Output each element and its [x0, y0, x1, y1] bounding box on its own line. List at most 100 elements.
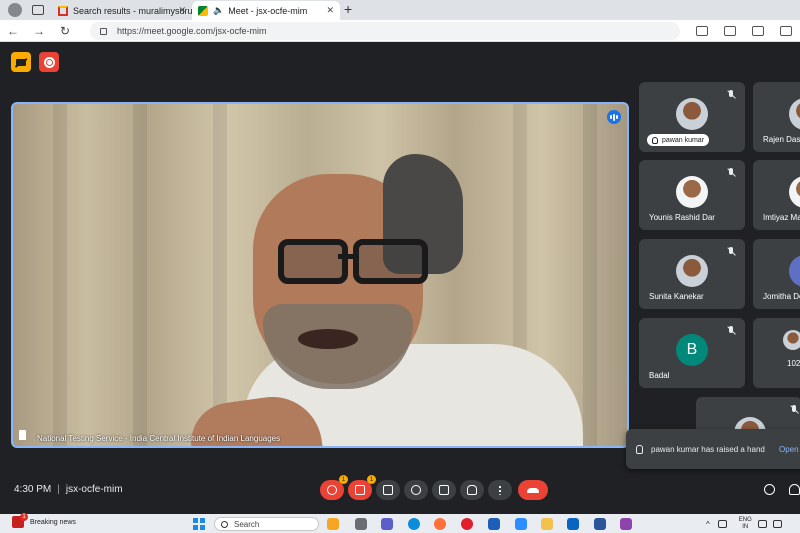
wifi-icon[interactable] — [757, 520, 767, 528]
app-icon[interactable] — [327, 518, 339, 530]
close-tab-icon[interactable]: ✕ — [178, 5, 186, 16]
volume-icon[interactable] — [772, 520, 782, 528]
close-tab-icon[interactable]: ✕ — [326, 5, 334, 16]
word-icon[interactable] — [594, 518, 606, 530]
participant-name: Imtiyaz Ma — [763, 213, 800, 222]
reactions-button[interactable] — [404, 480, 428, 500]
taskbar-search[interactable]: Search — [214, 517, 319, 531]
avatar: B — [676, 334, 708, 366]
avatar — [783, 330, 800, 350]
present-button[interactable] — [432, 480, 456, 500]
meeting-time: 4:30 PM — [14, 484, 52, 495]
mic-off-icon — [790, 405, 798, 415]
meet-window: National Testing Service - India Central… — [0, 42, 800, 514]
participant-tile[interactable]: Sunita Kanekar — [639, 239, 745, 309]
news-widget[interactable]: 1 Breaking news — [12, 513, 76, 528]
screen: Search results - muralimysuru@g ✕ 🔈 Meet… — [0, 0, 800, 533]
main-speaker-name: National Testing Service - India Central… — [37, 434, 281, 443]
opera-icon[interactable] — [461, 518, 473, 530]
folder-icon[interactable] — [541, 518, 553, 530]
more-vert-icon — [499, 485, 501, 495]
collections-icon[interactable] — [780, 26, 792, 36]
emoji-icon — [411, 485, 421, 495]
store-icon[interactable] — [488, 518, 500, 530]
participant-tile[interactable]: 102 — [753, 318, 800, 388]
new-tab-icon[interactable]: + — [344, 1, 352, 17]
windows-start-icon[interactable] — [193, 518, 205, 530]
raise-hand-button[interactable] — [460, 480, 484, 500]
participant-tile[interactable]: pawan kumar — [639, 82, 745, 152]
split-screen-icon[interactable] — [724, 26, 736, 36]
teams-icon[interactable] — [381, 518, 393, 530]
participant-name: Badal — [649, 371, 670, 380]
mic-off-icon — [727, 326, 735, 336]
avatar — [789, 255, 800, 287]
search-icon — [221, 520, 228, 528]
mic-off-icon — [727, 90, 735, 100]
extensions-icon[interactable] — [696, 26, 708, 36]
tab-search-results[interactable]: Search results - muralimysuru@g ✕ — [52, 1, 192, 20]
zoom-icon[interactable] — [515, 518, 527, 530]
participant-name: pawan kumar — [662, 136, 705, 144]
display-icon[interactable] — [717, 520, 727, 528]
edge-icon[interactable] — [408, 518, 420, 530]
microphone-button[interactable]: 1 — [320, 475, 348, 500]
present-icon — [439, 485, 449, 495]
mail-icon[interactable] — [567, 518, 579, 530]
back-icon[interactable]: ← — [0, 24, 26, 38]
glasses-bridge — [338, 254, 358, 259]
camera-off-indicator[interactable] — [11, 52, 31, 72]
chevron-up-icon[interactable]: ^ — [706, 520, 710, 529]
participant-tile[interactable]: Rajen Das — [753, 82, 800, 152]
participant-tile[interactable]: Jomitha De — [753, 239, 800, 309]
curtain-fold — [133, 104, 147, 446]
pin-icon[interactable] — [19, 430, 26, 440]
captions-icon — [383, 485, 393, 495]
app-icon[interactable] — [620, 518, 632, 530]
hand-icon — [467, 485, 477, 495]
more-options-button[interactable] — [488, 480, 512, 500]
profile-icon[interactable] — [8, 3, 22, 17]
region-code: IN — [742, 524, 749, 530]
leave-call-button[interactable] — [518, 480, 548, 500]
avatar — [676, 176, 708, 208]
main-video-tile[interactable]: National Testing Service - India Central… — [11, 102, 629, 448]
meeting-info: 4:30 PM | jsx-ocfe-mim — [14, 484, 123, 495]
open-button[interactable]: Open — [779, 445, 799, 454]
curtain-fold — [583, 104, 597, 446]
participant-name: 102 — [787, 359, 800, 368]
tab-meet[interactable]: 🔈 Meet - jsx-ocfe-mim ✕ — [192, 1, 340, 20]
firefox-icon[interactable] — [434, 518, 446, 530]
lock-icon[interactable] — [100, 27, 107, 35]
speaker-icon[interactable]: 🔈 — [213, 5, 224, 16]
news-badge: 1 — [20, 513, 28, 521]
app-icon[interactable] — [355, 518, 367, 530]
recording-indicator[interactable] — [39, 52, 59, 72]
speaking-icon — [607, 110, 621, 124]
separator: | — [57, 484, 60, 495]
participant-tile[interactable]: Imtiyaz Ma — [753, 160, 800, 230]
raised-hand-notification: pawan kumar has raised a hand Open — [626, 429, 800, 469]
address-bar[interactable]: https://meet.google.com/jsx-ocfe-mim — [90, 22, 680, 40]
participant-tile[interactable]: Younis Rashid Dar — [639, 160, 745, 230]
lang-code: ENG — [738, 517, 752, 523]
reload-icon[interactable]: ↻ — [52, 24, 78, 38]
mic-off-icon — [727, 247, 735, 257]
favorites-icon[interactable] — [752, 26, 764, 36]
participant-tile[interactable]: B Badal — [639, 318, 745, 388]
avatar — [789, 98, 800, 130]
forward-icon[interactable]: → — [26, 24, 52, 38]
people-icon[interactable] — [789, 484, 800, 495]
camera-button[interactable]: 1 — [348, 475, 376, 500]
avatar — [676, 255, 708, 287]
tab-actions-icon[interactable] — [32, 5, 44, 15]
language-indicator[interactable]: ENG IN — [739, 517, 752, 531]
tab-title: Meet - jsx-ocfe-mim — [228, 5, 308, 16]
camera-badge: 1 — [367, 475, 376, 484]
news-icon: 1 — [12, 513, 28, 528]
info-icon[interactable] — [764, 484, 775, 495]
participant-name: Younis Rashid Dar — [649, 213, 715, 222]
meeting-code: jsx-ocfe-mim — [65, 484, 123, 495]
mic-off-icon — [327, 485, 337, 495]
captions-button[interactable] — [376, 480, 400, 500]
